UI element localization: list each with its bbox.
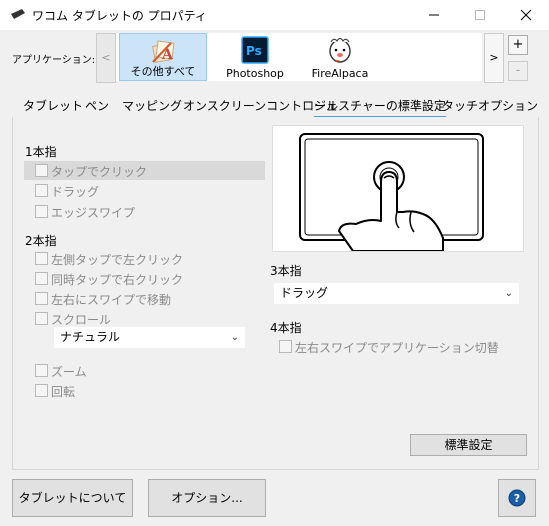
rotate-checkbox[interactable] bbox=[35, 384, 48, 397]
one-finger-heading: 1本指 bbox=[25, 145, 57, 159]
zoom-label: ズーム bbox=[51, 365, 87, 379]
tab-tablet[interactable]: タブレット bbox=[23, 97, 83, 116]
app-scroll-right-button[interactable]: > bbox=[484, 33, 504, 83]
rotate-option[interactable]: 回転 bbox=[35, 384, 255, 399]
three-finger-action-select[interactable]: ドラッグ ⌄ bbox=[274, 283, 519, 304]
app-name: その他すべて bbox=[130, 65, 196, 78]
title-bar: ワコム タブレットの プロパティ bbox=[0, 0, 549, 30]
application-list: A その他すべて Ps Photoshop FireAlpaca bbox=[116, 33, 482, 81]
restore-defaults-button[interactable]: 標準設定 bbox=[410, 434, 527, 456]
tab-gesture-defaults[interactable]: ジェスチャーの標準設定 bbox=[314, 97, 446, 118]
swipe-navigate-option[interactable]: 左右にスワイプで移動 bbox=[35, 292, 255, 307]
two-tap-right-click-option[interactable]: 同時タップで右クリック bbox=[35, 272, 255, 287]
gesture-preview-image bbox=[272, 125, 524, 252]
app-item-firealpaca[interactable]: FireAlpaca bbox=[296, 33, 384, 81]
three-finger-action-value: ドラッグ bbox=[280, 286, 329, 300]
svg-text:Ps: Ps bbox=[246, 44, 262, 58]
tap-to-click-option[interactable]: タップでクリック bbox=[35, 164, 255, 179]
applications-label: アプリケーション: bbox=[12, 55, 96, 66]
chevron-down-icon: ⌄ bbox=[230, 332, 239, 343]
two-finger-heading: 2本指 bbox=[25, 234, 57, 248]
tab-bar: タブレット ペン マッピング オンスクリーンコントロール ジェスチャーの標準設定… bbox=[12, 95, 538, 118]
firealpaca-icon bbox=[329, 38, 351, 63]
left-tap-left-click-checkbox[interactable] bbox=[35, 252, 48, 265]
help-button[interactable]: ? bbox=[498, 479, 536, 517]
scroll-direction-select[interactable]: ナチュラル ⌄ bbox=[54, 327, 245, 348]
drag-checkbox[interactable] bbox=[35, 184, 48, 197]
zoom-option[interactable]: ズーム bbox=[35, 364, 255, 379]
about-tablet-button[interactable]: タブレットについて bbox=[12, 479, 133, 517]
rotate-label: 回転 bbox=[51, 385, 76, 399]
window-title: ワコム タブレットの プロパティ bbox=[32, 9, 207, 23]
drag-label: ドラッグ bbox=[51, 185, 100, 199]
edge-swipe-checkbox[interactable] bbox=[35, 205, 48, 218]
two-tap-right-click-checkbox[interactable] bbox=[35, 272, 48, 285]
app-switch-label: 左右スワイプでアプリケーション切替 bbox=[295, 341, 499, 355]
wacom-tablet-icon bbox=[11, 9, 25, 19]
two-tap-right-click-label: 同時タップで右クリック bbox=[51, 273, 184, 287]
tab-mapping[interactable]: マッピング bbox=[122, 97, 182, 116]
edge-swipe-label: エッジスワイプ bbox=[51, 206, 136, 220]
close-button[interactable] bbox=[503, 0, 549, 30]
zoom-checkbox[interactable] bbox=[35, 364, 48, 377]
edge-swipe-option[interactable]: エッジスワイプ bbox=[35, 205, 255, 220]
tap-to-click-checkbox[interactable] bbox=[35, 164, 48, 177]
all-other-apps-icon: A bbox=[152, 40, 175, 63]
maximize-button[interactable] bbox=[457, 0, 503, 30]
tab-touch-options[interactable]: タッチオプション bbox=[442, 97, 538, 116]
left-tap-left-click-option[interactable]: 左側タップで左クリック bbox=[35, 252, 255, 267]
scroll-checkbox[interactable] bbox=[35, 312, 48, 325]
swipe-navigate-label: 左右にスワイプで移動 bbox=[51, 293, 172, 307]
help-glyph: ? bbox=[514, 492, 520, 505]
tab-pen[interactable]: ペン bbox=[85, 97, 109, 116]
minimize-button[interactable] bbox=[411, 0, 457, 30]
chevron-down-icon: ⌄ bbox=[504, 288, 513, 299]
options-button[interactable]: オプション... bbox=[148, 479, 266, 517]
help-icon: ? bbox=[508, 489, 526, 507]
scroll-option[interactable]: スクロール bbox=[35, 312, 255, 327]
app-item-all-other[interactable]: A その他すべて bbox=[119, 33, 207, 81]
touchpad-finger-tap-icon bbox=[299, 133, 484, 252]
app-name: Photoshop bbox=[226, 67, 284, 80]
tap-to-click-label: タップでクリック bbox=[51, 165, 148, 179]
swipe-navigate-checkbox[interactable] bbox=[35, 292, 48, 305]
app-scroll-left-button[interactable]: < bbox=[96, 33, 116, 83]
add-application-button[interactable]: + bbox=[508, 35, 528, 55]
remove-application-button[interactable]: - bbox=[508, 61, 528, 81]
app-item-photoshop[interactable]: Ps Photoshop bbox=[211, 33, 299, 81]
drag-option[interactable]: ドラッグ bbox=[35, 184, 255, 199]
scroll-direction-value: ナチュラル bbox=[60, 330, 121, 344]
photoshop-icon: Ps bbox=[241, 36, 269, 64]
scroll-label: スクロール bbox=[51, 313, 112, 327]
svg-text:A: A bbox=[161, 47, 174, 63]
three-finger-heading: 3本指 bbox=[270, 264, 302, 278]
app-switch-checkbox[interactable] bbox=[279, 340, 292, 353]
app-switch-option[interactable]: 左右スワイプでアプリケーション切替 bbox=[279, 340, 519, 355]
left-tap-left-click-label: 左側タップで左クリック bbox=[51, 253, 184, 267]
four-finger-heading: 4本指 bbox=[270, 321, 302, 335]
app-name: FireAlpaca bbox=[311, 67, 369, 80]
